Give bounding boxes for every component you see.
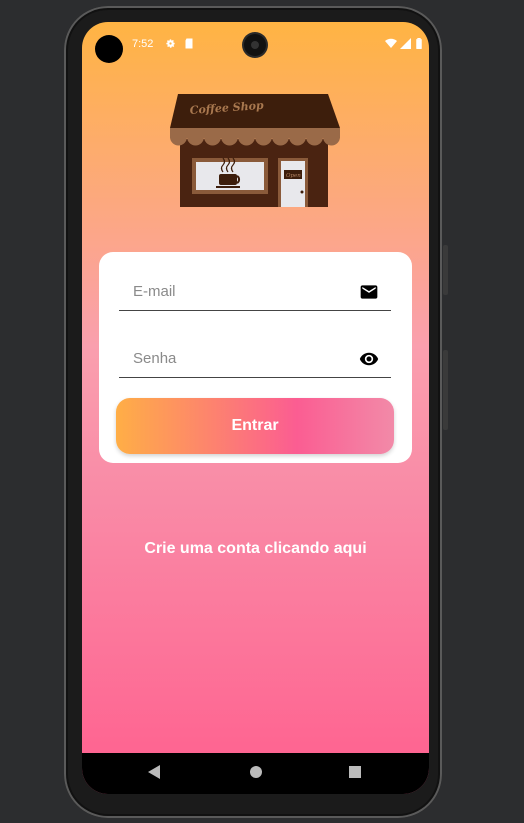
navigation-bar	[82, 753, 429, 794]
power-button[interactable]	[443, 245, 448, 295]
mail-icon	[359, 282, 379, 302]
app-screen: 7:52 Coffee Shop Open E-mail Senha Entra…	[82, 22, 429, 794]
login-button[interactable]: Entrar	[116, 398, 394, 454]
coffee-shop-logo: Coffee Shop Open	[170, 92, 342, 210]
gear-icon	[165, 38, 176, 52]
email-input[interactable]: E-mail	[133, 283, 176, 300]
front-camera	[244, 34, 266, 56]
door-sign-text: Open	[286, 173, 301, 179]
volume-button[interactable]	[443, 350, 448, 430]
signal-icon	[400, 38, 411, 52]
home-icon[interactable]	[249, 765, 263, 784]
password-input[interactable]: Senha	[133, 350, 176, 367]
email-field[interactable]: E-mail	[119, 252, 391, 311]
recents-icon[interactable]	[349, 765, 361, 783]
login-card: E-mail Senha Entrar	[99, 252, 412, 463]
status-time: 7:52	[132, 38, 154, 50]
back-icon[interactable]	[148, 765, 160, 784]
status-bar: 7:52	[82, 22, 429, 66]
battery-icon	[416, 38, 422, 52]
wifi-icon	[385, 38, 397, 52]
signup-link[interactable]: Crie uma conta clicando aqui	[82, 540, 429, 558]
sd-card-icon	[184, 38, 194, 52]
camera-cutout	[95, 35, 123, 63]
eye-icon[interactable]	[359, 349, 379, 369]
password-field[interactable]: Senha	[119, 319, 391, 378]
